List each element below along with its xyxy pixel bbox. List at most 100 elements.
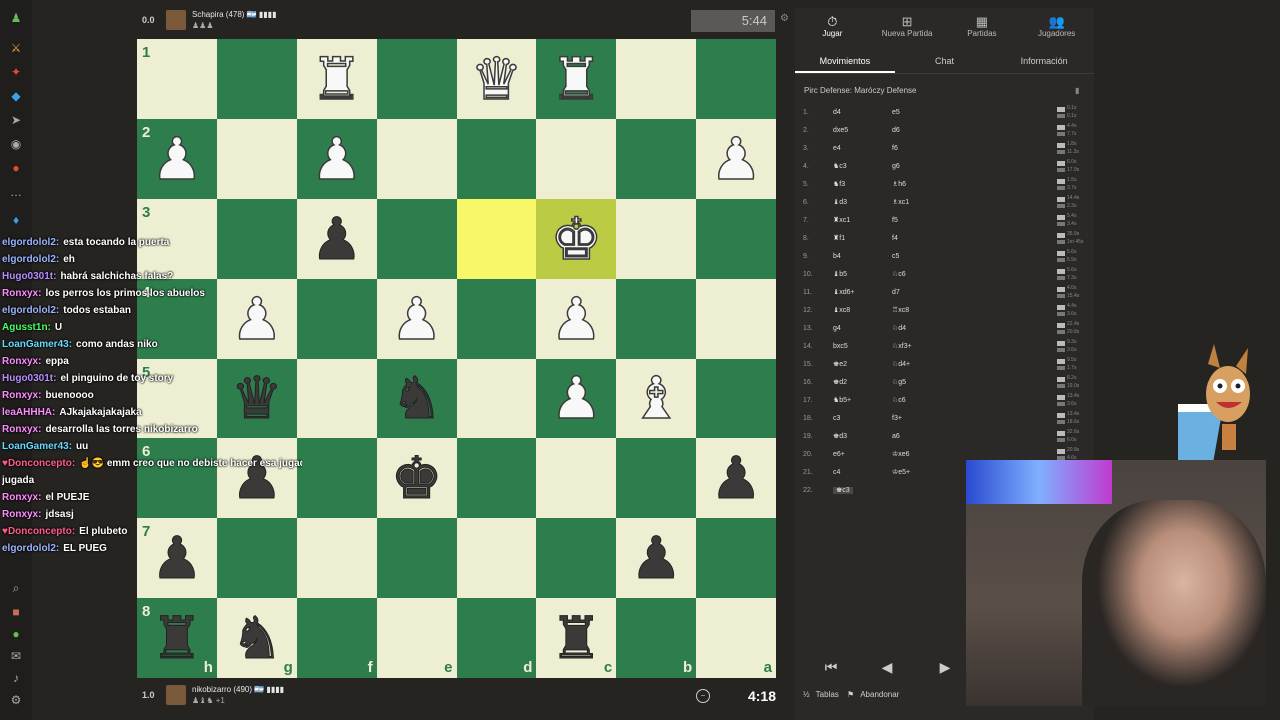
white-move[interactable]: ♜f1 bbox=[833, 230, 845, 248]
sub-tab[interactable]: Chat bbox=[895, 52, 995, 73]
more-icon[interactable]: … bbox=[8, 184, 24, 200]
sub-tab[interactable]: Movimientos bbox=[795, 52, 895, 73]
board-square[interactable] bbox=[616, 278, 697, 359]
top-tab[interactable]: ⊞ Nueva Partida bbox=[870, 8, 945, 44]
white-move[interactable]: bxc5 bbox=[833, 338, 848, 356]
white-queen-piece[interactable]: ♛ bbox=[470, 49, 524, 109]
black-move[interactable]: ♘c6 bbox=[892, 392, 906, 410]
white-pawn-piece[interactable]: ♟ bbox=[310, 129, 364, 189]
board-square[interactable] bbox=[376, 518, 457, 599]
black-move[interactable]: ♔e5+ bbox=[892, 464, 910, 482]
black-move[interactable]: ♔xe6 bbox=[892, 446, 910, 464]
white-move[interactable]: dxe5 bbox=[833, 122, 848, 140]
board-square[interactable] bbox=[616, 39, 697, 119]
black-knight-piece[interactable]: ♞ bbox=[230, 609, 283, 668]
board-square[interactable]: ♟ bbox=[696, 118, 776, 199]
white-move[interactable]: c4 bbox=[833, 464, 840, 482]
white-rook-piece[interactable]: ♜ bbox=[310, 49, 364, 109]
learn-icon[interactable]: ◆ bbox=[8, 88, 24, 104]
white-pawn-piece[interactable]: ♟ bbox=[550, 289, 604, 349]
board-square[interactable]: e bbox=[376, 598, 457, 678]
board-square[interactable]: ♟ bbox=[296, 198, 377, 279]
previous-move-icon[interactable]: ◀ bbox=[873, 656, 901, 678]
white-pawn-piece[interactable]: ♟ bbox=[550, 369, 604, 429]
white-pawn-piece[interactable]: ♟ bbox=[390, 289, 444, 349]
black-rook-piece[interactable]: ♜ bbox=[150, 609, 203, 668]
board-square[interactable]: ♟ bbox=[536, 358, 617, 439]
black-move[interactable]: ♘xf3+ bbox=[892, 338, 912, 356]
resign-button[interactable]: Abandonar bbox=[860, 690, 899, 699]
board-square[interactable] bbox=[456, 278, 537, 359]
board-square[interactable] bbox=[536, 518, 617, 599]
top-player-avatar[interactable] bbox=[166, 10, 186, 30]
board-square[interactable] bbox=[296, 358, 377, 439]
board-square[interactable] bbox=[696, 518, 776, 599]
watch-icon[interactable]: ➤ bbox=[8, 112, 24, 128]
black-move[interactable]: d7 bbox=[892, 284, 900, 302]
first-move-icon[interactable]: ⏮ bbox=[817, 656, 845, 678]
bottom-player-name[interactable]: nikobizarro (490) 🇦🇷 ▮▮▮▮ bbox=[192, 685, 284, 694]
white-move[interactable]: ♞b5+ bbox=[833, 392, 851, 410]
board-square[interactable]: 1 bbox=[137, 39, 217, 119]
puzzle-icon[interactable]: ✦ bbox=[8, 64, 24, 80]
board-square[interactable]: ♟ bbox=[296, 118, 377, 199]
board-square[interactable]: 2 ♟ bbox=[137, 118, 217, 199]
board-square[interactable] bbox=[216, 39, 297, 119]
top-player-name[interactable]: Schapira (478) 🇦🇷 ▮▮▮▮ bbox=[192, 10, 277, 19]
board-square[interactable]: ♚ bbox=[536, 198, 617, 279]
board-square[interactable] bbox=[376, 118, 457, 199]
board-square[interactable] bbox=[696, 278, 776, 359]
bell-icon[interactable]: ♪ bbox=[8, 670, 24, 686]
white-move[interactable]: e6+ bbox=[833, 446, 845, 464]
board-square[interactable] bbox=[296, 518, 377, 599]
black-move[interactable]: ♘d4+ bbox=[892, 356, 910, 374]
board-square[interactable]: d bbox=[456, 598, 537, 678]
board-square[interactable]: 8 h ♜ bbox=[137, 598, 217, 678]
board-square[interactable] bbox=[456, 438, 537, 519]
board-square[interactable] bbox=[696, 39, 776, 119]
board-square[interactable]: ♚ bbox=[376, 438, 457, 519]
social-icon[interactable]: ● bbox=[8, 160, 24, 176]
white-move[interactable]: ♝xc8 bbox=[833, 302, 850, 320]
board-square[interactable] bbox=[456, 118, 537, 199]
black-move[interactable]: ♗xc1 bbox=[892, 194, 909, 212]
black-pawn-piece[interactable]: ♟ bbox=[630, 529, 683, 588]
white-move[interactable]: g4 bbox=[833, 320, 841, 338]
white-move[interactable]: ♞f3 bbox=[833, 176, 845, 194]
board-square[interactable]: ♝ bbox=[616, 358, 697, 439]
draw-icon[interactable]: ½ bbox=[803, 690, 810, 699]
black-move[interactable]: f5 bbox=[892, 212, 898, 230]
board-square[interactable]: ♟ bbox=[616, 518, 697, 599]
black-move[interactable]: g6 bbox=[892, 158, 900, 176]
board-square[interactable]: g ♞ bbox=[216, 598, 297, 678]
top-tab[interactable]: ▦ Partidas bbox=[945, 8, 1020, 44]
white-move[interactable]: ♞c3 bbox=[833, 158, 847, 176]
white-rook-piece[interactable]: ♜ bbox=[550, 49, 604, 109]
board-square[interactable] bbox=[616, 438, 697, 519]
sub-tab[interactable]: Información bbox=[994, 52, 1094, 73]
black-pawn-piece[interactable]: ♟ bbox=[310, 209, 363, 268]
avatar-icon[interactable]: ■ bbox=[8, 604, 24, 620]
board-square[interactable]: ♛ bbox=[456, 39, 537, 119]
board-square[interactable]: ♞ bbox=[376, 358, 457, 439]
board-square[interactable] bbox=[616, 118, 697, 199]
explorer-icon[interactable]: ▮ bbox=[1075, 86, 1079, 95]
white-move[interactable]: ♝d3 bbox=[833, 194, 847, 212]
board-square[interactable]: a bbox=[696, 598, 776, 678]
white-move[interactable]: c3 bbox=[833, 410, 840, 428]
board-square[interactable] bbox=[296, 438, 377, 519]
board-square[interactable]: ♟ bbox=[536, 278, 617, 359]
white-king-piece[interactable]: ♚ bbox=[550, 209, 604, 269]
white-move[interactable]: ♚d2 bbox=[833, 374, 847, 392]
black-move[interactable]: e5 bbox=[892, 104, 900, 122]
diamond-icon[interactable]: ♦ bbox=[8, 212, 24, 228]
play-icon[interactable]: ⚔ bbox=[8, 40, 24, 56]
next-move-icon[interactable]: ▶ bbox=[931, 656, 959, 678]
news-icon[interactable]: ◉ bbox=[8, 136, 24, 152]
board-square[interactable] bbox=[456, 518, 537, 599]
pawn-logo-icon[interactable]: ♟ bbox=[8, 10, 24, 26]
board-square[interactable] bbox=[536, 438, 617, 519]
white-pawn-piece[interactable]: ♟ bbox=[150, 129, 204, 189]
board-square[interactable]: b bbox=[616, 598, 697, 678]
board-square[interactable] bbox=[296, 278, 377, 359]
